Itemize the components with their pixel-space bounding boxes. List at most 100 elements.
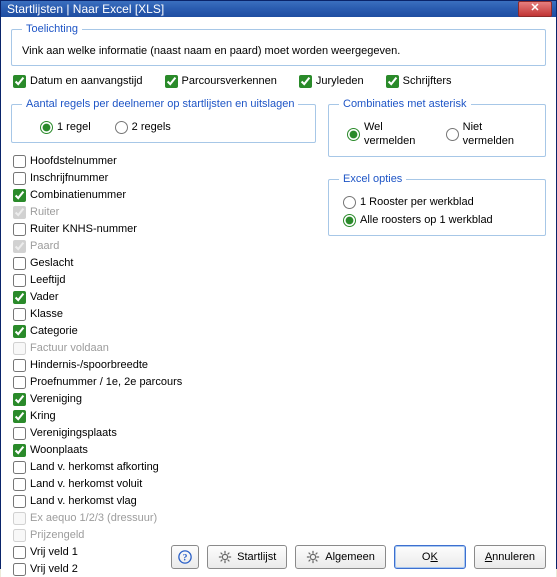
- titlebar: Startlijsten | Naar Excel [XLS] ✕: [1, 1, 556, 17]
- field-chk-input[interactable]: [13, 427, 26, 440]
- field-chk-label: Land v. herkomst vlag: [30, 494, 137, 508]
- field-chk-label: Hoofdstelnummer: [30, 154, 117, 168]
- field-chk-label: Verenigingsplaats: [30, 426, 117, 440]
- field-chk-input[interactable]: [13, 257, 26, 270]
- field-chk-input[interactable]: [13, 325, 26, 338]
- field-chk-input[interactable]: [13, 478, 26, 491]
- algemeen-button[interactable]: Algemeen: [295, 545, 386, 569]
- field-chk-label: Land v. herkomst voluit: [30, 477, 142, 491]
- chk-jury-label: Juryleden: [316, 74, 364, 88]
- group-excel: Excel opties 1 Rooster per werkblad Alle…: [328, 173, 546, 236]
- top-checkbox-row: Datum en aanvangstijd Parcoursverkennen …: [13, 74, 544, 88]
- close-button[interactable]: ✕: [518, 1, 552, 17]
- field-chk[interactable]: Hindernis-/spoorbreedte: [13, 357, 316, 373]
- field-chk-input[interactable]: [13, 444, 26, 457]
- left-column: Aantal regels per deelnemer op startlijs…: [11, 98, 316, 577]
- field-chk[interactable]: Ruiter KNHS-nummer: [13, 221, 316, 237]
- chk-parcours-label: Parcoursverkennen: [182, 74, 277, 88]
- rad-niet-input[interactable]: [446, 128, 459, 141]
- rad-2regels[interactable]: 2 regels: [115, 120, 171, 134]
- chk-jury-input[interactable]: [299, 75, 312, 88]
- field-chk-input[interactable]: [13, 223, 26, 236]
- chk-jury[interactable]: Juryleden: [299, 74, 364, 88]
- group-regels: Aantal regels per deelnemer op startlijs…: [11, 98, 316, 143]
- field-chk[interactable]: Proefnummer / 1e, 2e parcours: [13, 374, 316, 390]
- field-chk[interactable]: Klasse: [13, 306, 316, 322]
- field-chk[interactable]: Verenigingsplaats: [13, 425, 316, 441]
- chk-datum-input[interactable]: [13, 75, 26, 88]
- help-button[interactable]: ?: [171, 545, 199, 569]
- field-chk-label: Land v. herkomst afkorting: [30, 460, 159, 474]
- rad-excel-all-input[interactable]: [343, 214, 356, 227]
- field-chk-input[interactable]: [13, 172, 26, 185]
- help-icon: ?: [178, 550, 192, 564]
- legend-toelichting: Toelichting: [22, 23, 82, 35]
- field-chk-label: Vader: [30, 290, 59, 304]
- rad-wel[interactable]: Wel vermelden: [347, 120, 428, 148]
- field-chk: Ruiter: [13, 204, 316, 220]
- field-chk[interactable]: Combinatienummer: [13, 187, 316, 203]
- asterisk-row: Wel vermelden Niet vermelden: [339, 120, 535, 148]
- rad-niet[interactable]: Niet vermelden: [446, 120, 527, 148]
- rad-excel-all[interactable]: Alle roosters op 1 werkblad: [343, 213, 535, 227]
- legend-regels: Aantal regels per deelnemer op startlijs…: [22, 98, 298, 110]
- field-chk[interactable]: Hoofdstelnummer: [13, 153, 316, 169]
- field-chk[interactable]: Land v. herkomst afkorting: [13, 459, 316, 475]
- field-chk-input[interactable]: [13, 274, 26, 287]
- field-chk-input: [13, 206, 26, 219]
- field-chk-input[interactable]: [13, 495, 26, 508]
- rad-wel-input[interactable]: [347, 128, 360, 141]
- field-chk[interactable]: Land v. herkomst vlag: [13, 493, 316, 509]
- field-chk[interactable]: Leeftijd: [13, 272, 316, 288]
- field-chk[interactable]: Land v. herkomst voluit: [13, 476, 316, 492]
- field-chk-label: Combinatienummer: [30, 188, 126, 202]
- field-chk-input[interactable]: [13, 376, 26, 389]
- startlijst-label: Startlijst: [237, 551, 276, 563]
- field-chk-input[interactable]: [13, 359, 26, 372]
- chk-schrijfters[interactable]: Schrijfters: [386, 74, 452, 88]
- field-chk-label: Categorie: [30, 324, 78, 338]
- rad-wel-label: Wel vermelden: [364, 120, 428, 148]
- field-chk[interactable]: Kring: [13, 408, 316, 424]
- rad-1regel-label: 1 regel: [57, 120, 91, 134]
- field-chk[interactable]: Vereniging: [13, 391, 316, 407]
- chk-parcours[interactable]: Parcoursverkennen: [165, 74, 277, 88]
- field-chk[interactable]: Categorie: [13, 323, 316, 339]
- rad-excel-per-input[interactable]: [343, 196, 356, 209]
- chk-parcours-input[interactable]: [165, 75, 178, 88]
- field-chk-input[interactable]: [13, 291, 26, 304]
- legend-excel: Excel opties: [339, 173, 406, 185]
- field-chk-input[interactable]: [13, 410, 26, 423]
- cancel-button[interactable]: Annuleren: [474, 545, 546, 569]
- field-chk[interactable]: Woonplaats: [13, 442, 316, 458]
- button-bar: ? Startlijst Algemeen OK Annuleren: [1, 545, 556, 569]
- field-chk[interactable]: Vader: [13, 289, 316, 305]
- field-chk-input[interactable]: [13, 393, 26, 406]
- field-chk[interactable]: Inschrijfnummer: [13, 170, 316, 186]
- rad-1regel[interactable]: 1 regel: [40, 120, 91, 134]
- field-chk-label: Vereniging: [30, 392, 82, 406]
- rad-excel-per-label: 1 Rooster per werkblad: [360, 195, 474, 209]
- chk-datum[interactable]: Datum en aanvangstijd: [13, 74, 143, 88]
- field-chk: Paard: [13, 238, 316, 254]
- field-chk-input[interactable]: [13, 461, 26, 474]
- field-chk[interactable]: Geslacht: [13, 255, 316, 271]
- startlijst-button[interactable]: Startlijst: [207, 545, 287, 569]
- field-chk-label: Ex aequo 1/2/3 (dressuur): [30, 511, 157, 525]
- field-chk-label: Inschrijfnummer: [30, 171, 108, 185]
- field-chk-input[interactable]: [13, 189, 26, 202]
- field-chk: Factuur voldaan: [13, 340, 316, 356]
- field-chk-label: Proefnummer / 1e, 2e parcours: [30, 375, 182, 389]
- rad-1regel-input[interactable]: [40, 121, 53, 134]
- rad-excel-per[interactable]: 1 Rooster per werkblad: [343, 195, 535, 209]
- regels-row: 1 regel 2 regels: [22, 120, 305, 134]
- rad-excel-all-label: Alle roosters op 1 werkblad: [360, 213, 493, 227]
- chk-schrijfters-label: Schrijfters: [403, 74, 452, 88]
- window-title: Startlijsten | Naar Excel [XLS]: [7, 2, 518, 16]
- field-chk-input[interactable]: [13, 308, 26, 321]
- chk-schrijfters-input[interactable]: [386, 75, 399, 88]
- rad-2regels-input[interactable]: [115, 121, 128, 134]
- field-chk-label: Hindernis-/spoorbreedte: [30, 358, 148, 372]
- ok-button[interactable]: OK: [394, 545, 466, 569]
- field-chk-input[interactable]: [13, 155, 26, 168]
